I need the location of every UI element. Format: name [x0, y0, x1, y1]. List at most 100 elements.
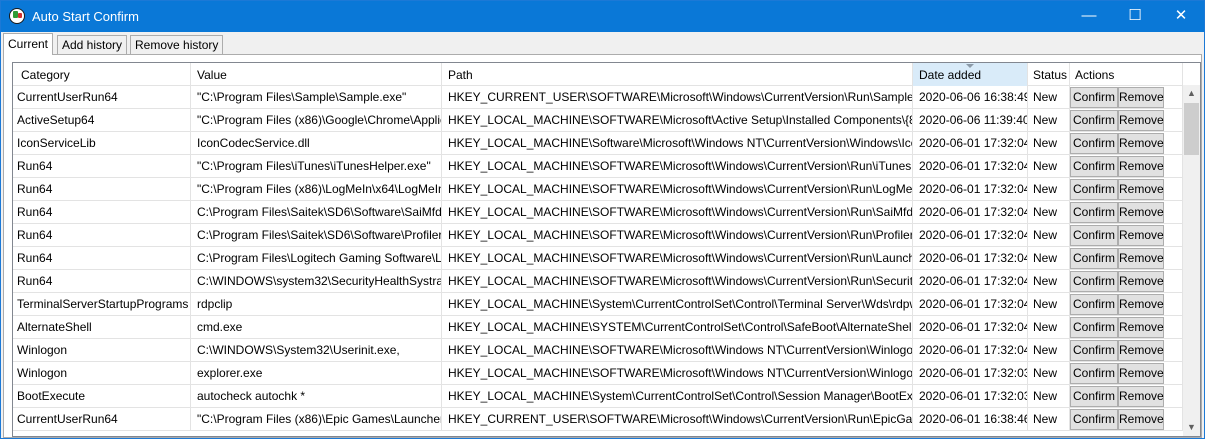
vertical-scrollbar[interactable]: ▲ ▼	[1183, 63, 1200, 436]
cell-path: HKEY_CURRENT_USER\SOFTWARE\Microsoft\Win…	[442, 86, 913, 109]
tab-add-history[interactable]: Add history	[57, 35, 128, 55]
maximize-button[interactable]: ☐	[1112, 1, 1158, 32]
table-row[interactable]: Run64 C:\WINDOWS\system32\SecurityHealthS…	[13, 270, 1183, 293]
remove-button[interactable]: Remove	[1118, 179, 1164, 200]
remove-button[interactable]: Remove	[1118, 409, 1164, 430]
remove-button[interactable]: Remove	[1118, 156, 1164, 177]
cell-value: "C:\Program Files (x86)\Epic Games\Launc…	[191, 408, 442, 431]
cell-date-added: 2020-06-01 17:32:03	[913, 385, 1028, 408]
confirm-button[interactable]: Confirm	[1070, 340, 1118, 361]
table-row[interactable]: IconServiceLib IconCodecService.dll HKEY_L…	[13, 132, 1183, 155]
confirm-button[interactable]: Confirm	[1070, 87, 1118, 108]
cell-path: HKEY_LOCAL_MACHINE\Software\Microsoft\Wi…	[442, 132, 913, 155]
table-row[interactable]: AlternateShell cmd.exe HKEY_LOCAL_MACHINE\…	[13, 316, 1183, 339]
confirm-button[interactable]: Confirm	[1070, 248, 1118, 269]
cell-path: HKEY_LOCAL_MACHINE\SOFTWARE\Microsoft\Wi…	[442, 339, 913, 362]
cell-value: explorer.exe	[191, 362, 442, 385]
window-title: Auto Start Confirm	[32, 9, 139, 24]
grid-rows: CurrentUserRun64 "C:\Program Files\Sample…	[13, 86, 1183, 431]
table-row[interactable]: Run64 C:\Program Files\Logitech Gaming So…	[13, 247, 1183, 270]
cell-category: TerminalServerStartupPrograms	[13, 293, 191, 316]
app-icon	[9, 8, 25, 24]
tab-current[interactable]: Current	[3, 33, 54, 55]
cell-actions: Confirm Remove	[1070, 247, 1183, 270]
cell-category: CurrentUserRun64	[13, 86, 191, 109]
cell-date-added: 2020-06-01 17:32:04	[913, 201, 1028, 224]
confirm-button[interactable]: Confirm	[1070, 225, 1118, 246]
cell-category: Winlogon	[13, 362, 191, 385]
cell-date-added: 2020-06-01 17:32:04	[913, 155, 1028, 178]
cell-date-added: 2020-06-06 11:39:40	[913, 109, 1028, 132]
confirm-button[interactable]: Confirm	[1070, 409, 1118, 430]
table-row[interactable]: Run64 "C:\Program Files\iTunes\iTunesHelp…	[13, 155, 1183, 178]
confirm-button[interactable]: Confirm	[1070, 271, 1118, 292]
confirm-button[interactable]: Confirm	[1070, 317, 1118, 338]
cell-actions: Confirm Remove	[1070, 155, 1183, 178]
cell-value: cmd.exe	[191, 316, 442, 339]
column-header-date-added[interactable]: Date added	[913, 63, 1028, 86]
remove-button[interactable]: Remove	[1118, 340, 1164, 361]
table-row[interactable]: BootExecute autocheck autochk * HKEY_LOCAL…	[13, 385, 1183, 408]
scroll-down-icon[interactable]: ▼	[1183, 419, 1200, 436]
table-row[interactable]: Run64 "C:\Program Files (x86)\LogMeIn\x64…	[13, 178, 1183, 201]
cell-category: IconServiceLib	[13, 132, 191, 155]
table-row[interactable]: Winlogon explorer.exe HKEY_LOCAL_MACHINE\S…	[13, 362, 1183, 385]
cell-status: New	[1028, 408, 1070, 431]
cell-path: HKEY_CURRENT_USER\SOFTWARE\Microsoft\Win…	[442, 408, 913, 431]
confirm-button[interactable]: Confirm	[1070, 133, 1118, 154]
table-row[interactable]: Winlogon C:\WINDOWS\System32\Userinit.exe…	[13, 339, 1183, 362]
cell-actions: Confirm Remove	[1070, 339, 1183, 362]
confirm-button[interactable]: Confirm	[1070, 202, 1118, 223]
remove-button[interactable]: Remove	[1118, 248, 1164, 269]
remove-button[interactable]: Remove	[1118, 133, 1164, 154]
column-header-actions[interactable]: Actions	[1070, 63, 1183, 86]
column-header-path[interactable]: Path	[442, 63, 913, 86]
confirm-button[interactable]: Confirm	[1070, 179, 1118, 200]
cell-category: AlternateShell	[13, 316, 191, 339]
table-row[interactable]: CurrentUserRun64 "C:\Program Files (x86)\…	[13, 408, 1183, 431]
cell-path: HKEY_LOCAL_MACHINE\SYSTEM\CurrentControl…	[442, 316, 913, 339]
title-bar[interactable]: Auto Start Confirm — ☐ ✕	[1, 1, 1204, 32]
column-header-category[interactable]: Category	[13, 63, 191, 86]
cell-path: HKEY_LOCAL_MACHINE\SOFTWARE\Microsoft\Wi…	[442, 247, 913, 270]
cell-path: HKEY_LOCAL_MACHINE\SOFTWARE\Microsoft\Wi…	[442, 224, 913, 247]
remove-button[interactable]: Remove	[1118, 110, 1164, 131]
confirm-button[interactable]: Confirm	[1070, 156, 1118, 177]
cell-category: Run64	[13, 178, 191, 201]
remove-button[interactable]: Remove	[1118, 225, 1164, 246]
remove-button[interactable]: Remove	[1118, 294, 1164, 315]
close-button[interactable]: ✕	[1158, 1, 1204, 32]
cell-category: Run64	[13, 224, 191, 247]
column-header-status[interactable]: Status	[1028, 63, 1070, 86]
remove-button[interactable]: Remove	[1118, 271, 1164, 292]
remove-button[interactable]: Remove	[1118, 317, 1164, 338]
cell-value: C:\WINDOWS\system32\SecurityHealthSystra…	[191, 270, 442, 293]
remove-button[interactable]: Remove	[1118, 87, 1164, 108]
cell-date-added: 2020-06-01 17:32:04	[913, 270, 1028, 293]
table-row[interactable]: CurrentUserRun64 "C:\Program Files\Sample…	[13, 86, 1183, 109]
confirm-button[interactable]: Confirm	[1070, 386, 1118, 407]
cell-category: Run64	[13, 270, 191, 293]
cell-value: "C:\Program Files (x86)\LogMeIn\x64\LogM…	[191, 178, 442, 201]
confirm-button[interactable]: Confirm	[1070, 294, 1118, 315]
confirm-button[interactable]: Confirm	[1070, 363, 1118, 384]
column-header-value[interactable]: Value	[191, 63, 442, 86]
cell-path: HKEY_LOCAL_MACHINE\System\CurrentControl…	[442, 385, 913, 408]
table-row[interactable]: ActiveSetup64 "C:\Program Files (x86)\Goo…	[13, 109, 1183, 132]
cell-path: HKEY_LOCAL_MACHINE\SOFTWARE\Microsoft\Wi…	[442, 362, 913, 385]
tab-remove-history[interactable]: Remove history	[130, 35, 224, 55]
cell-actions: Confirm Remove	[1070, 385, 1183, 408]
remove-button[interactable]: Remove	[1118, 363, 1164, 384]
remove-button[interactable]: Remove	[1118, 202, 1164, 223]
table-row[interactable]: Run64 C:\Program Files\Saitek\SD6\Softwar…	[13, 201, 1183, 224]
minimize-button[interactable]: —	[1066, 1, 1112, 32]
scroll-thumb[interactable]	[1184, 103, 1199, 155]
app-window: Auto Start Confirm — ☐ ✕ Current Add his…	[0, 0, 1205, 439]
cell-actions: Confirm Remove	[1070, 201, 1183, 224]
cell-date-added: 2020-06-01 17:32:04	[913, 247, 1028, 270]
confirm-button[interactable]: Confirm	[1070, 110, 1118, 131]
remove-button[interactable]: Remove	[1118, 386, 1164, 407]
scroll-up-icon[interactable]: ▲	[1183, 85, 1200, 102]
table-row[interactable]: Run64 C:\Program Files\Saitek\SD6\Softwar…	[13, 224, 1183, 247]
table-row[interactable]: TerminalServerStartupPrograms rdpclip HKEY…	[13, 293, 1183, 316]
